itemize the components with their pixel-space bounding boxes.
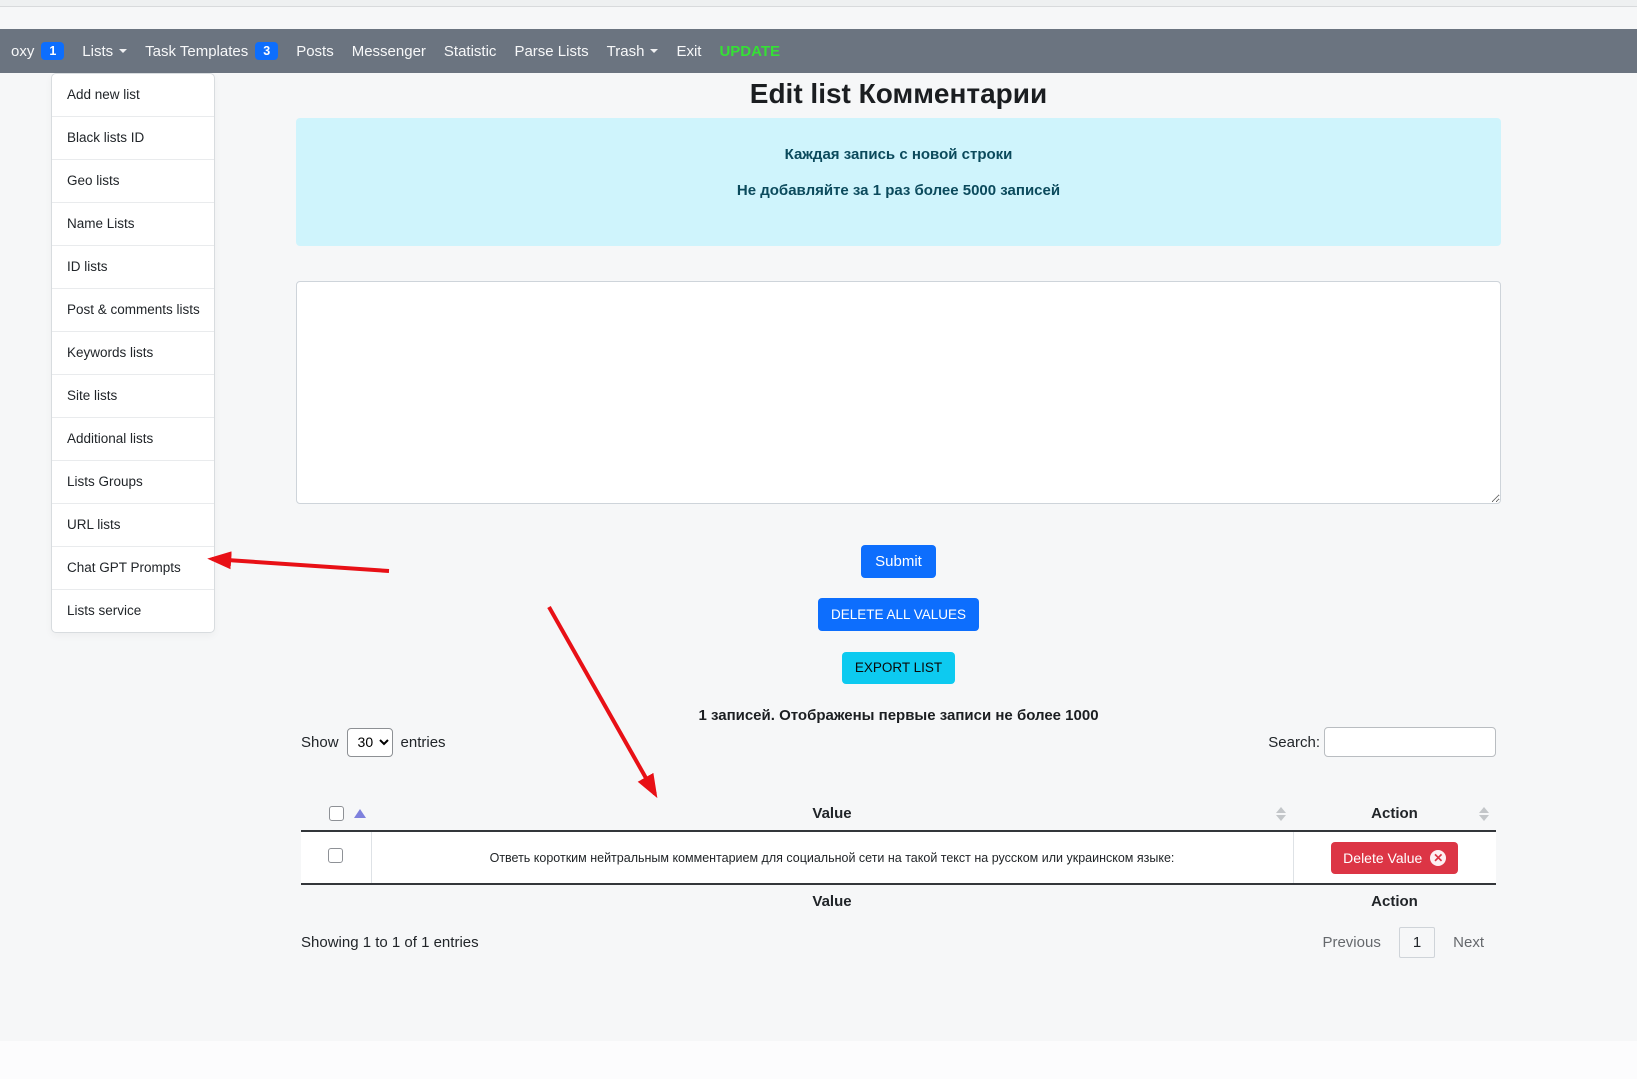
nav-item-task-templates[interactable]: Task Templates 3 (136, 29, 287, 73)
nav-item-proxy[interactable]: oxy 1 (2, 29, 73, 73)
sort-icon[interactable] (1479, 806, 1489, 821)
menu-item-id-lists[interactable]: ID lists (52, 245, 214, 288)
nav-item-exit[interactable]: Exit (667, 29, 710, 73)
page-title: Edit list Комментарии (749, 78, 1048, 109)
footer-empty-cell (301, 884, 371, 918)
pagination-previous[interactable]: Previous (1310, 927, 1392, 958)
page-length-control: Show 30 entries (301, 727, 446, 757)
nav-item-proxy-label: oxy (11, 42, 35, 60)
nav-item-trash[interactable]: Trash (598, 29, 668, 73)
proxy-count-badge: 1 (41, 41, 65, 61)
nav-item-parse-lists[interactable]: Parse Lists (505, 29, 597, 73)
table-info: Showing 1 to 1 of 1 entries (301, 933, 479, 951)
value-column-header[interactable]: Value (371, 797, 1293, 832)
menu-item-post-comments-lists[interactable]: Post & comments lists (52, 288, 214, 331)
lists-dropdown-menu: Add new list Black lists ID Geo lists Na… (51, 73, 215, 633)
info-alert: Каждая запись с новой строки Не добавляй… (296, 118, 1501, 246)
nav-item-trash-label: Trash (606, 42, 645, 60)
chevron-down-icon (650, 49, 659, 53)
navbar: oxy 1 Lists Task Templates 3 Posts Messe… (0, 29, 1637, 73)
table-header-row: Value Action (301, 797, 1496, 832)
nav-item-parse-lists-label: Parse Lists (514, 42, 589, 60)
footer-value-label: Value (812, 893, 852, 910)
menu-item-name-lists[interactable]: Name Lists (52, 202, 214, 245)
table-footer-bar: Showing 1 to 1 of 1 entries Previous 1 N… (301, 922, 1496, 962)
menu-item-geo-lists[interactable]: Geo lists (52, 159, 214, 202)
menu-item-keywords-lists[interactable]: Keywords lists (52, 331, 214, 374)
delete-value-button[interactable]: Delete Value ✕ (1331, 841, 1459, 874)
menu-item-url-lists[interactable]: URL lists (52, 503, 214, 546)
action-column-header[interactable]: Action (1293, 797, 1496, 832)
menu-item-chat-gpt-prompts[interactable]: Chat GPT Prompts (52, 546, 214, 589)
search-input[interactable] (1324, 727, 1496, 757)
menu-item-additional-lists[interactable]: Additional lists (52, 417, 214, 460)
submit-button[interactable]: Submit (861, 545, 936, 578)
menu-item-site-lists[interactable]: Site lists (52, 374, 214, 417)
records-count-note: 1 записей. Отображены первые записи не б… (698, 707, 1099, 724)
show-label: Show (301, 733, 339, 751)
delete-value-label: Delete Value (1343, 849, 1423, 866)
nav-item-exit-label: Exit (676, 42, 702, 60)
table-row: Ответь коротким нейтральным комментарием… (301, 831, 1496, 885)
nav-item-posts-label: Posts (296, 42, 334, 60)
menu-item-lists-groups[interactable]: Lists Groups (52, 460, 214, 503)
list-values-textarea[interactable] (296, 281, 1501, 504)
footer-action-label: Action (1371, 893, 1418, 910)
value-header-label: Value (812, 805, 852, 822)
nav-item-update-label: UPDATE (719, 42, 781, 60)
search-label: Search: (1268, 733, 1320, 751)
sort-icon[interactable] (1276, 806, 1286, 821)
pagination: Previous 1 Next (1310, 926, 1496, 958)
menu-item-add-new-list[interactable]: Add new list (52, 74, 214, 116)
list-table-section: Show 30 entries Search: Value Action Отв… (301, 726, 1496, 962)
nav-item-lists[interactable]: Lists (73, 29, 136, 73)
nav-item-posts[interactable]: Posts (287, 29, 343, 73)
row-checkbox-cell (301, 831, 371, 885)
nav-item-lists-label: Lists (82, 42, 114, 60)
nav-item-task-templates-label: Task Templates (145, 42, 249, 60)
nav-item-messenger[interactable]: Messenger (343, 29, 435, 73)
chevron-down-icon (119, 49, 128, 53)
action-header-label: Action (1371, 805, 1418, 822)
circle-x-icon: ✕ (1430, 849, 1447, 866)
nav-item-statistic[interactable]: Statistic (435, 29, 506, 73)
search-control: Search: (1268, 727, 1496, 757)
export-list-button[interactable]: EXPORT LIST (841, 652, 956, 684)
page-bottom-strip (0, 1041, 1637, 1079)
page-length-select[interactable]: 30 (346, 727, 393, 757)
select-all-checkbox[interactable] (329, 806, 344, 821)
header-checkbox-cell (301, 797, 371, 832)
browser-top-strip (0, 0, 1637, 7)
table-controls: Show 30 entries Search: (301, 726, 1496, 758)
alert-line-2: Не добавляйте за 1 раз более 5000 записе… (736, 182, 1061, 199)
row-action-cell: Delete Value ✕ (1292, 831, 1496, 885)
delete-all-values-button[interactable]: DELETE ALL VALUES (817, 598, 980, 631)
nav-item-update[interactable]: UPDATE (710, 29, 789, 73)
pagination-next[interactable]: Next (1441, 927, 1496, 958)
row-value-cell: Ответь коротким нейтральным комментарием… (370, 831, 1293, 885)
menu-item-lists-service[interactable]: Lists service (52, 589, 214, 632)
sort-ascending-icon[interactable] (354, 809, 366, 818)
menu-item-black-lists-id[interactable]: Black lists ID (52, 116, 214, 159)
task-templates-count-badge: 3 (255, 41, 279, 61)
nav-item-statistic-label: Statistic (443, 42, 497, 60)
entries-label: entries (400, 733, 446, 751)
form-actions: Submit DELETE ALL VALUES EXPORT LIST (296, 545, 1501, 684)
alert-line-1: Каждая запись с новой строки (784, 146, 1013, 163)
pagination-page-1[interactable]: 1 (1398, 926, 1436, 958)
row-checkbox[interactable] (328, 847, 344, 863)
nav-item-messenger-label: Messenger (351, 42, 426, 60)
values-table: Value Action Ответь коротким нейтральным… (301, 797, 1496, 918)
table-footer-row: Value Action (301, 884, 1496, 918)
